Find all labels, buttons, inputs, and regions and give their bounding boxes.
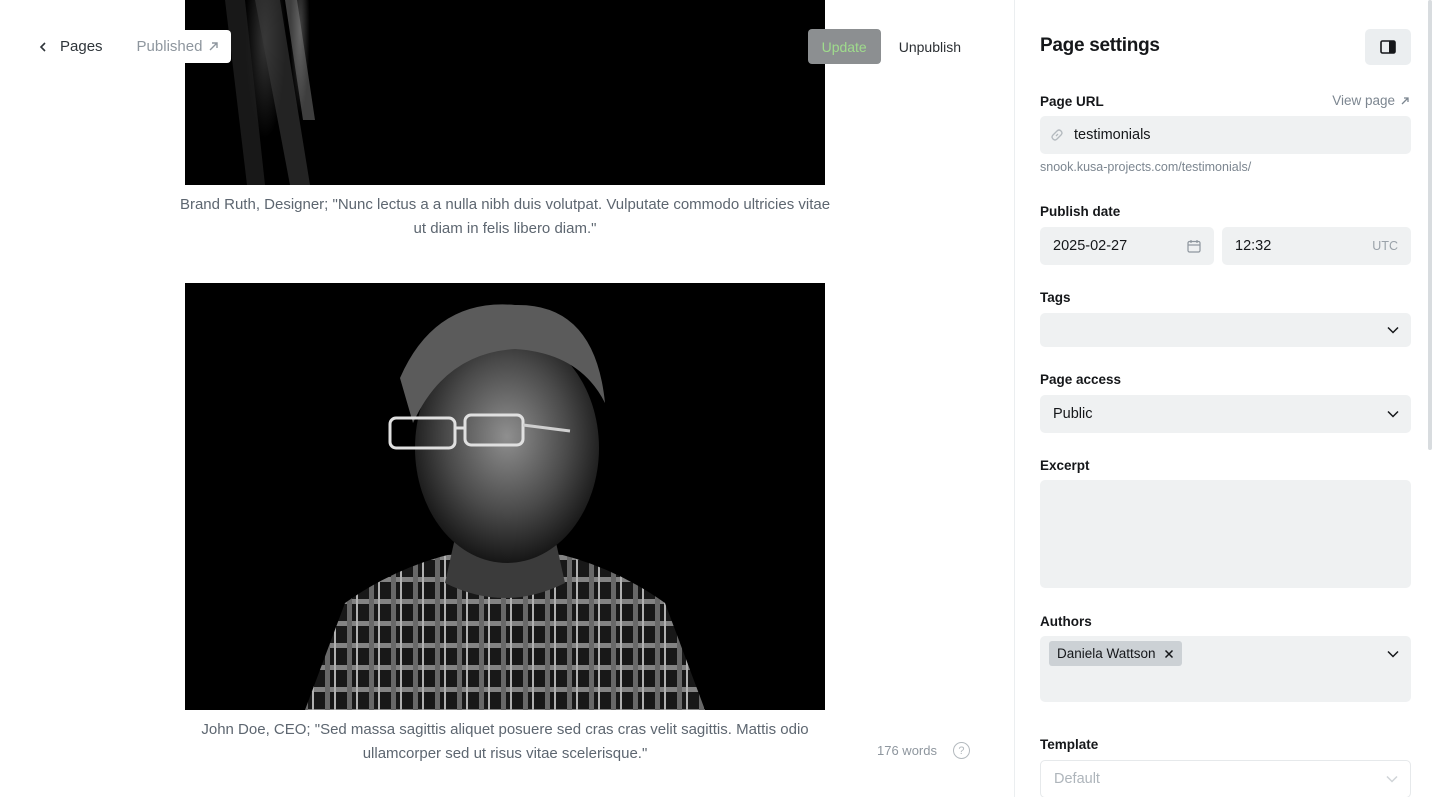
view-page-link[interactable]: View page bbox=[1332, 93, 1410, 108]
calendar-icon bbox=[1187, 240, 1201, 253]
back-label: Pages bbox=[60, 38, 103, 55]
tags-label: Tags bbox=[1040, 290, 1071, 305]
page-access-label: Page access bbox=[1040, 372, 1122, 387]
published-status-link[interactable]: Published bbox=[124, 30, 232, 63]
page-url-input[interactable]: testimonials bbox=[1040, 116, 1411, 154]
publish-time-input[interactable]: 12:32 UTC bbox=[1222, 227, 1411, 265]
back-to-pages-button[interactable]: Pages bbox=[28, 30, 113, 63]
page-url-label: Page URL bbox=[1040, 94, 1104, 109]
help-icon[interactable]: ? bbox=[952, 742, 970, 759]
tags-select[interactable] bbox=[1040, 313, 1411, 347]
full-url-hint: snook.kusa-projects.com/testimonials/ bbox=[1040, 160, 1252, 174]
chevron-down-icon bbox=[1387, 410, 1399, 418]
image-caption[interactable]: John Doe, CEO; "Sed massa sagittis aliqu… bbox=[175, 718, 835, 766]
panel-title: Page settings bbox=[1040, 35, 1160, 56]
panel-scrollbar[interactable] bbox=[1428, 0, 1432, 450]
arrow-up-right-icon bbox=[209, 42, 219, 51]
sidebar-toggle-button[interactable] bbox=[1365, 29, 1411, 65]
time-value: 12:32 bbox=[1235, 238, 1272, 254]
link-icon bbox=[1051, 129, 1063, 141]
chevron-down-icon bbox=[1387, 326, 1399, 334]
publish-date-input[interactable]: 2025-02-27 bbox=[1040, 227, 1214, 265]
editor-topbar-right: Update Unpublish bbox=[807, 29, 969, 64]
image-caption[interactable]: Brand Ruth, Designer; "Nunc lectus a a n… bbox=[175, 193, 835, 241]
page-access-select[interactable]: Public bbox=[1040, 395, 1411, 433]
update-button[interactable]: Update bbox=[807, 29, 881, 64]
editor-canvas: Brand Ruth, Designer; "Nunc lectus a a n… bbox=[0, 0, 1014, 797]
word-count-label: 176 words bbox=[877, 743, 937, 758]
status-label: Published bbox=[136, 38, 203, 55]
template-label: Template bbox=[1040, 737, 1099, 752]
publish-date-label: Publish date bbox=[1040, 204, 1121, 219]
excerpt-label: Excerpt bbox=[1040, 458, 1090, 473]
image-portrait[interactable] bbox=[185, 283, 825, 710]
word-count: 176 words ? bbox=[877, 742, 970, 759]
arrow-up-right-icon bbox=[1401, 96, 1409, 104]
page-access-value: Public bbox=[1053, 406, 1093, 422]
unpublish-button[interactable]: Unpublish bbox=[891, 29, 969, 64]
template-value: Default bbox=[1054, 771, 1100, 787]
sidebar-toggle-icon bbox=[1380, 40, 1396, 54]
author-name: Daniela Wattson bbox=[1057, 646, 1156, 661]
chevron-down-icon bbox=[1386, 775, 1398, 783]
chevron-left-icon bbox=[39, 41, 46, 52]
authors-select[interactable]: Daniela Wattson bbox=[1040, 636, 1411, 702]
date-value: 2025-02-27 bbox=[1053, 238, 1128, 254]
editor-topbar-left: Pages Published bbox=[28, 30, 232, 63]
excerpt-textarea[interactable] bbox=[1040, 480, 1411, 588]
author-chip[interactable]: Daniela Wattson bbox=[1049, 641, 1182, 666]
template-select[interactable]: Default bbox=[1040, 760, 1411, 797]
view-page-label: View page bbox=[1332, 93, 1395, 108]
close-icon[interactable] bbox=[1164, 649, 1174, 659]
page-settings-panel: Page settings Page URL View page testimo… bbox=[1014, 0, 1432, 797]
page-url-value: testimonials bbox=[1074, 127, 1151, 143]
image-top-cropped[interactable] bbox=[185, 0, 825, 185]
timezone-label: UTC bbox=[1372, 239, 1398, 253]
chevron-down-icon bbox=[1387, 650, 1399, 658]
authors-label: Authors bbox=[1040, 614, 1092, 629]
